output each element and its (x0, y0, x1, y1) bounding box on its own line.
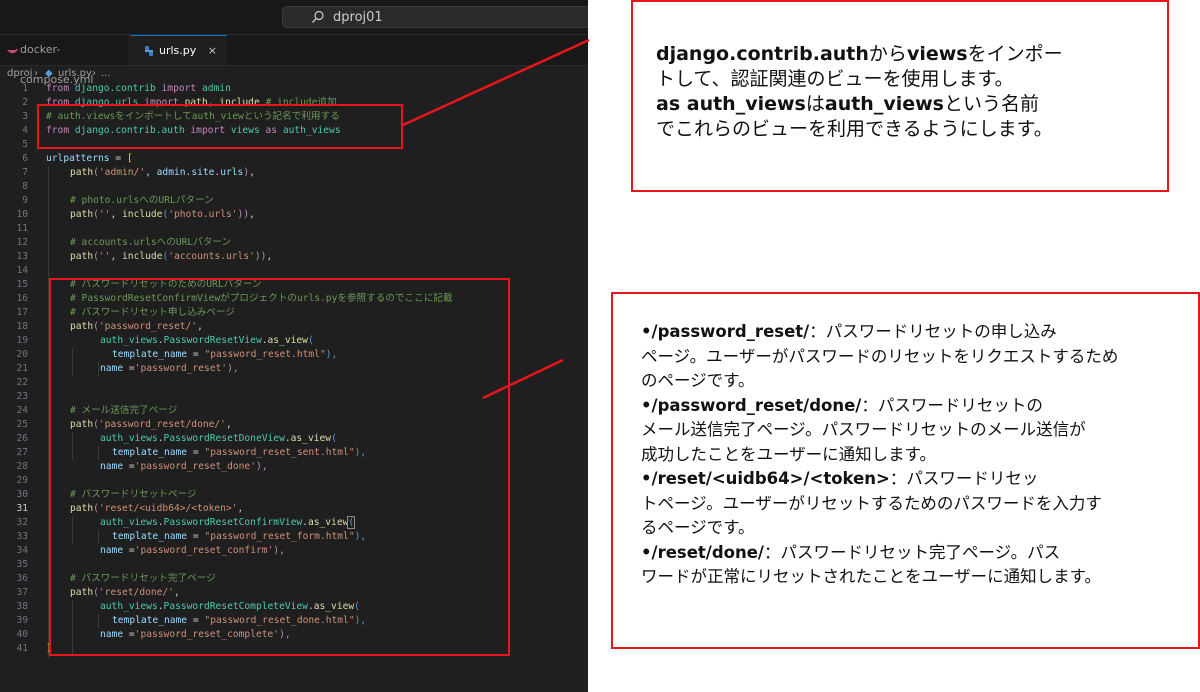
callout-line: トして、認証関連のビューを使用します。 (656, 68, 1014, 90)
callout-line: トページ。ユーザーがリセットするためのパスワードを入力す (641, 493, 1102, 513)
callout-line: のページです。 (641, 371, 755, 390)
callout-line: メール送信完了ページ。パスワードリセットのメール送信が (641, 420, 1086, 439)
callout-line: as auth_viewsはauth_viewsという名前 (656, 93, 1039, 115)
callout-line: でこれらのビューを利用できるようにします。 (656, 118, 1053, 140)
callout-auth-views: django.contrib.authからviewsをインポー トして、認証関連… (631, 0, 1169, 192)
callout-item: •/password_reset/done/：パスワードリセットの (641, 395, 1043, 415)
connector-line-top (402, 38, 590, 127)
callout-item: •/password_reset/：パスワードリセットの申し込み (641, 322, 1057, 341)
connector-line-bottom (482, 358, 564, 400)
callout-line: ワードが正常にリセットされたことをユーザーに通知します。 (641, 567, 1102, 586)
callout-item: •/reset/done/：パスワードリセット完了ページ。パス (641, 542, 1061, 562)
callout-line: 成功したことをユーザーに通知します。 (641, 444, 937, 464)
callout-line: るページです。 (641, 518, 755, 537)
callout-line: django.contrib.authからviewsをインポー (656, 43, 1063, 65)
callout-line: ページ。ユーザーがパスワードのリセットをリクエストするため (641, 346, 1119, 366)
callout-url-patterns: •/password_reset/：パスワードリセットの申し込み ページ。ユーザ… (611, 292, 1200, 649)
callout-item: •/reset/<uidb64>/<token>：パスワードリセッ (641, 469, 1039, 488)
